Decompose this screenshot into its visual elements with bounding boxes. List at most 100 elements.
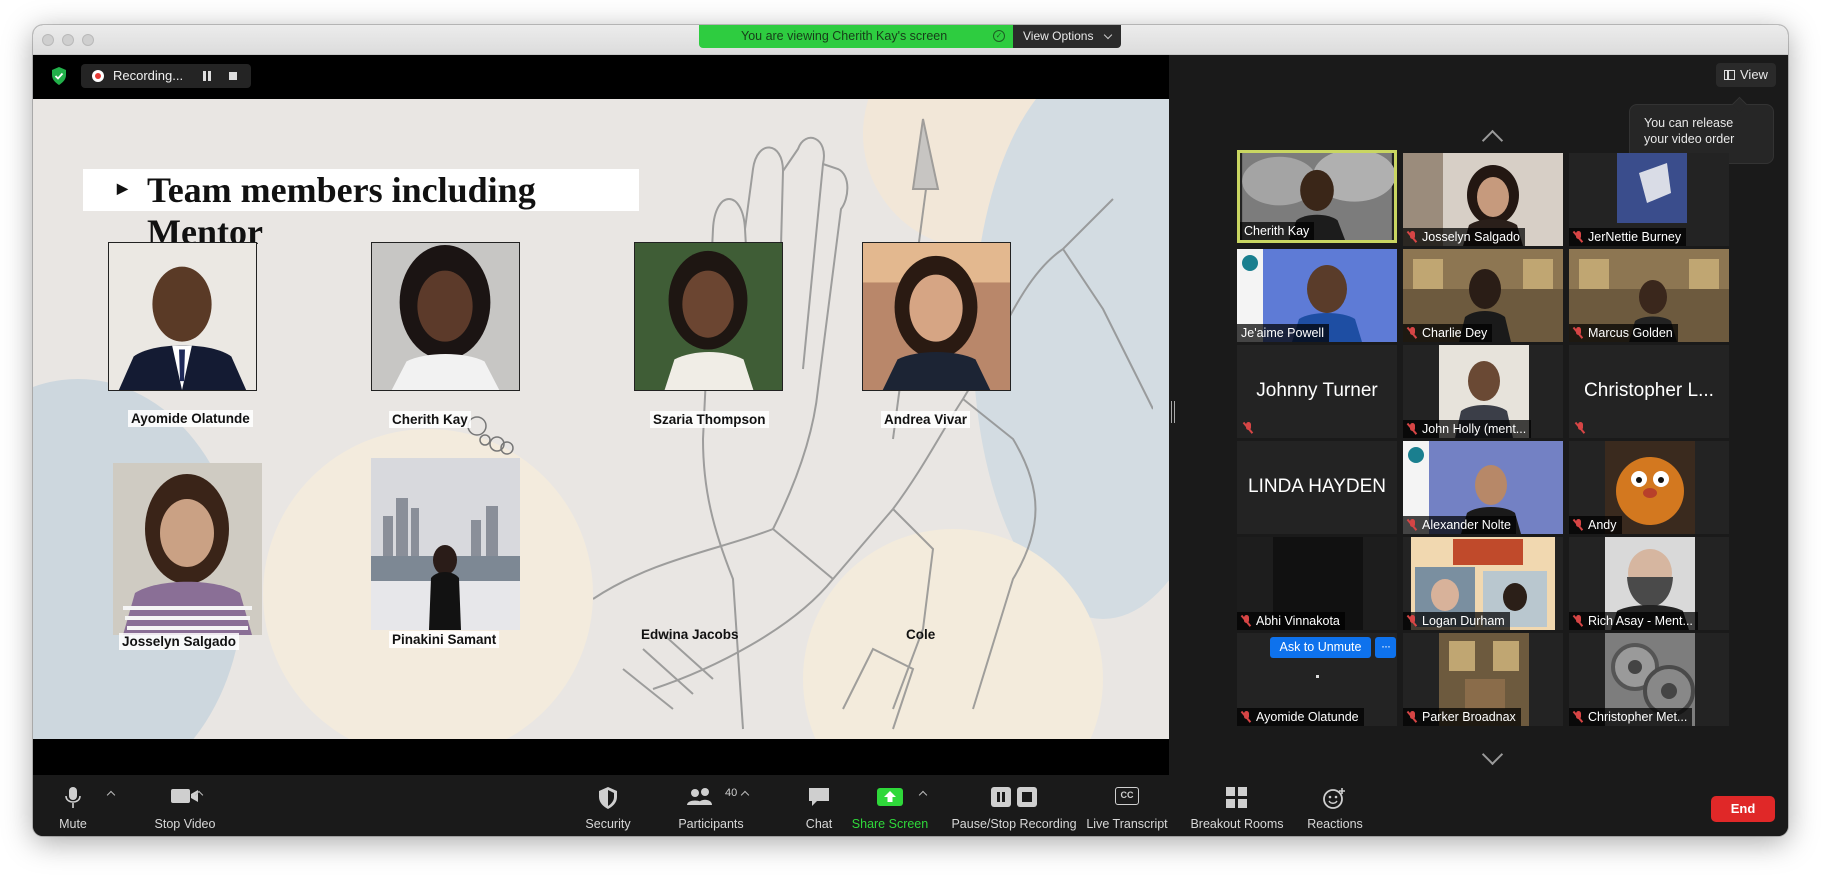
mute-button[interactable]: Mute: [47, 775, 99, 836]
participant-tile[interactable]: LINDA HAYDEN: [1237, 441, 1397, 534]
muted-mic-icon: [1406, 615, 1417, 627]
muted-mic-icon: [1406, 711, 1417, 723]
view-layout-icon: [1724, 70, 1735, 80]
participant-tile[interactable]: Charlie Dey: [1403, 249, 1563, 342]
member-name: Szaria Thompson: [650, 411, 769, 428]
member-name: Cole: [906, 627, 936, 642]
member-name: Edwina Jacobs: [641, 627, 739, 642]
participant-name-large: Johnny Turner: [1256, 380, 1378, 401]
muted-mic-icon: [1572, 519, 1583, 531]
participant-name: Marcus Golden: [1569, 324, 1678, 342]
participant-tile[interactable]: Alexander Nolte: [1403, 441, 1563, 534]
reactions-smiley-icon: [1323, 788, 1345, 809]
participant-tile[interactable]: Ask to Unmute ··· Ayomide Olatunde: [1237, 633, 1397, 726]
stop-video-button[interactable]: Stop Video: [133, 775, 237, 836]
security-shield-icon: [599, 787, 617, 809]
pause-stop-recording-button[interactable]: Pause/Stop Recording: [939, 775, 1089, 836]
member-photo: [113, 463, 262, 635]
member-name: Ayomide Olatunde: [128, 410, 253, 427]
participant-name: Ayomide Olatunde: [1237, 708, 1364, 726]
muted-mic-icon: [1240, 615, 1251, 627]
participant-tile[interactable]: Andy: [1569, 441, 1729, 534]
participant-name: Christopher Met...: [1569, 708, 1693, 726]
participant-tile[interactable]: Rich Asay - Ment...: [1569, 537, 1729, 630]
participants-count: 40: [725, 787, 738, 799]
stop-video-label: Stop Video: [154, 817, 216, 831]
muted-mic-icon: [1572, 711, 1583, 723]
pause-stop-recording-icon: [991, 787, 1037, 807]
share-screen-button[interactable]: Share Screen: [845, 775, 935, 836]
participants-button[interactable]: 40 Participants: [661, 775, 761, 836]
member-name: Cherith Kay: [389, 411, 471, 428]
participants-options-caret-icon[interactable]: [741, 789, 749, 797]
view-options-button[interactable]: View Options: [1013, 25, 1121, 48]
participant-name: Andy: [1569, 516, 1622, 534]
participant-name: JerNettie Burney: [1569, 228, 1687, 246]
participant-tile[interactable]: Cherith Kay: [1237, 150, 1397, 243]
muted-mic-icon: [1406, 327, 1417, 339]
participant-tile[interactable]: Parker Broadnax: [1403, 633, 1563, 726]
scroll-up-chevron-icon[interactable]: [1481, 125, 1503, 147]
participant-tile[interactable]: Josselyn Salgado: [1403, 153, 1563, 246]
participant-tile[interactable]: Christopher L...: [1569, 345, 1729, 438]
share-options-caret-icon[interactable]: [919, 789, 927, 797]
reactions-label: Reactions: [1307, 817, 1363, 831]
stop-recording-icon[interactable]: [229, 72, 237, 80]
participant-tile[interactable]: John Holly (ment...: [1403, 345, 1563, 438]
slide-title-text: Team members including Mentor: [147, 170, 536, 252]
close-window-button[interactable]: [42, 34, 54, 46]
view-button[interactable]: View: [1716, 63, 1776, 87]
participant-name: Alexander Nolte: [1403, 516, 1516, 534]
muted-mic-icon: [1406, 231, 1417, 243]
participant-tile[interactable]: Je'aime Powell: [1237, 249, 1397, 342]
thought-cloud-sketch: [467, 416, 514, 455]
participants-icon: [687, 788, 712, 805]
share-screen-label: Share Screen: [851, 817, 929, 831]
member-photo: [371, 242, 520, 391]
end-meeting-button[interactable]: End: [1711, 796, 1775, 822]
participant-tile[interactable]: Marcus Golden: [1569, 249, 1729, 342]
zoom-window-button[interactable]: [82, 34, 94, 46]
chat-label: Chat: [805, 817, 833, 831]
security-button[interactable]: Security: [573, 775, 643, 836]
panel-resize-handle[interactable]: [1171, 401, 1175, 423]
presentation-slide: ▶ Team members including Mentor Ayomide …: [33, 99, 1169, 739]
meeting-toolbar: Mute Stop Video Security 40 Participants…: [33, 775, 1788, 836]
encryption-shield-icon[interactable]: [51, 67, 67, 85]
more-options-button[interactable]: ···: [1375, 637, 1396, 658]
microphone-icon: [65, 787, 81, 808]
view-button-label: View: [1740, 67, 1768, 82]
participant-tile[interactable]: Christopher Met...: [1569, 633, 1729, 726]
participant-tile[interactable]: Logan Durham: [1403, 537, 1563, 630]
viewing-text: You are viewing Cherith Kay's screen: [741, 29, 948, 43]
pause-recording-icon[interactable]: [203, 71, 211, 81]
muted-mic-icon: [1572, 327, 1583, 339]
muted-mic-icon: [1572, 615, 1583, 627]
chat-button[interactable]: Chat: [793, 775, 845, 836]
audio-options-caret-icon[interactable]: [107, 789, 115, 797]
ask-to-unmute-button[interactable]: Ask to Unmute: [1270, 637, 1371, 658]
participant-name: Logan Durham: [1403, 612, 1510, 630]
member-name: Josselyn Salgado: [119, 633, 240, 650]
breakout-rooms-label: Breakout Rooms: [1190, 817, 1284, 831]
closed-caption-icon: CC: [1115, 787, 1139, 805]
video-options-caret-icon[interactable]: [195, 789, 203, 797]
live-transcript-button[interactable]: CC Live Transcript: [1079, 775, 1175, 836]
reactions-button[interactable]: Reactions: [1299, 775, 1371, 836]
live-transcript-label: Live Transcript: [1086, 817, 1168, 831]
recording-dot-icon: [92, 70, 104, 82]
minimize-window-button[interactable]: [62, 34, 74, 46]
scroll-down-chevron-icon[interactable]: [1481, 749, 1503, 771]
member-photo: [108, 242, 257, 391]
participant-tile[interactable]: Johnny Turner: [1237, 345, 1397, 438]
participant-name: Charlie Dey: [1403, 324, 1493, 342]
member-name: Andrea Vivar: [881, 411, 971, 428]
check-circle-icon: ✓: [993, 30, 1005, 42]
participant-tile[interactable]: JerNettie Burney: [1569, 153, 1729, 246]
breakout-rooms-button[interactable]: Breakout Rooms: [1181, 775, 1293, 836]
muted-mic-icon: [1406, 423, 1417, 435]
muted-mic-icon: [1240, 711, 1251, 723]
participant-tile[interactable]: Abhi Vinnakota: [1237, 537, 1397, 630]
viewing-screen-banner: You are viewing Cherith Kay's screen ✓: [699, 25, 1013, 48]
participant-name: Je'aime Powell: [1237, 324, 1329, 342]
